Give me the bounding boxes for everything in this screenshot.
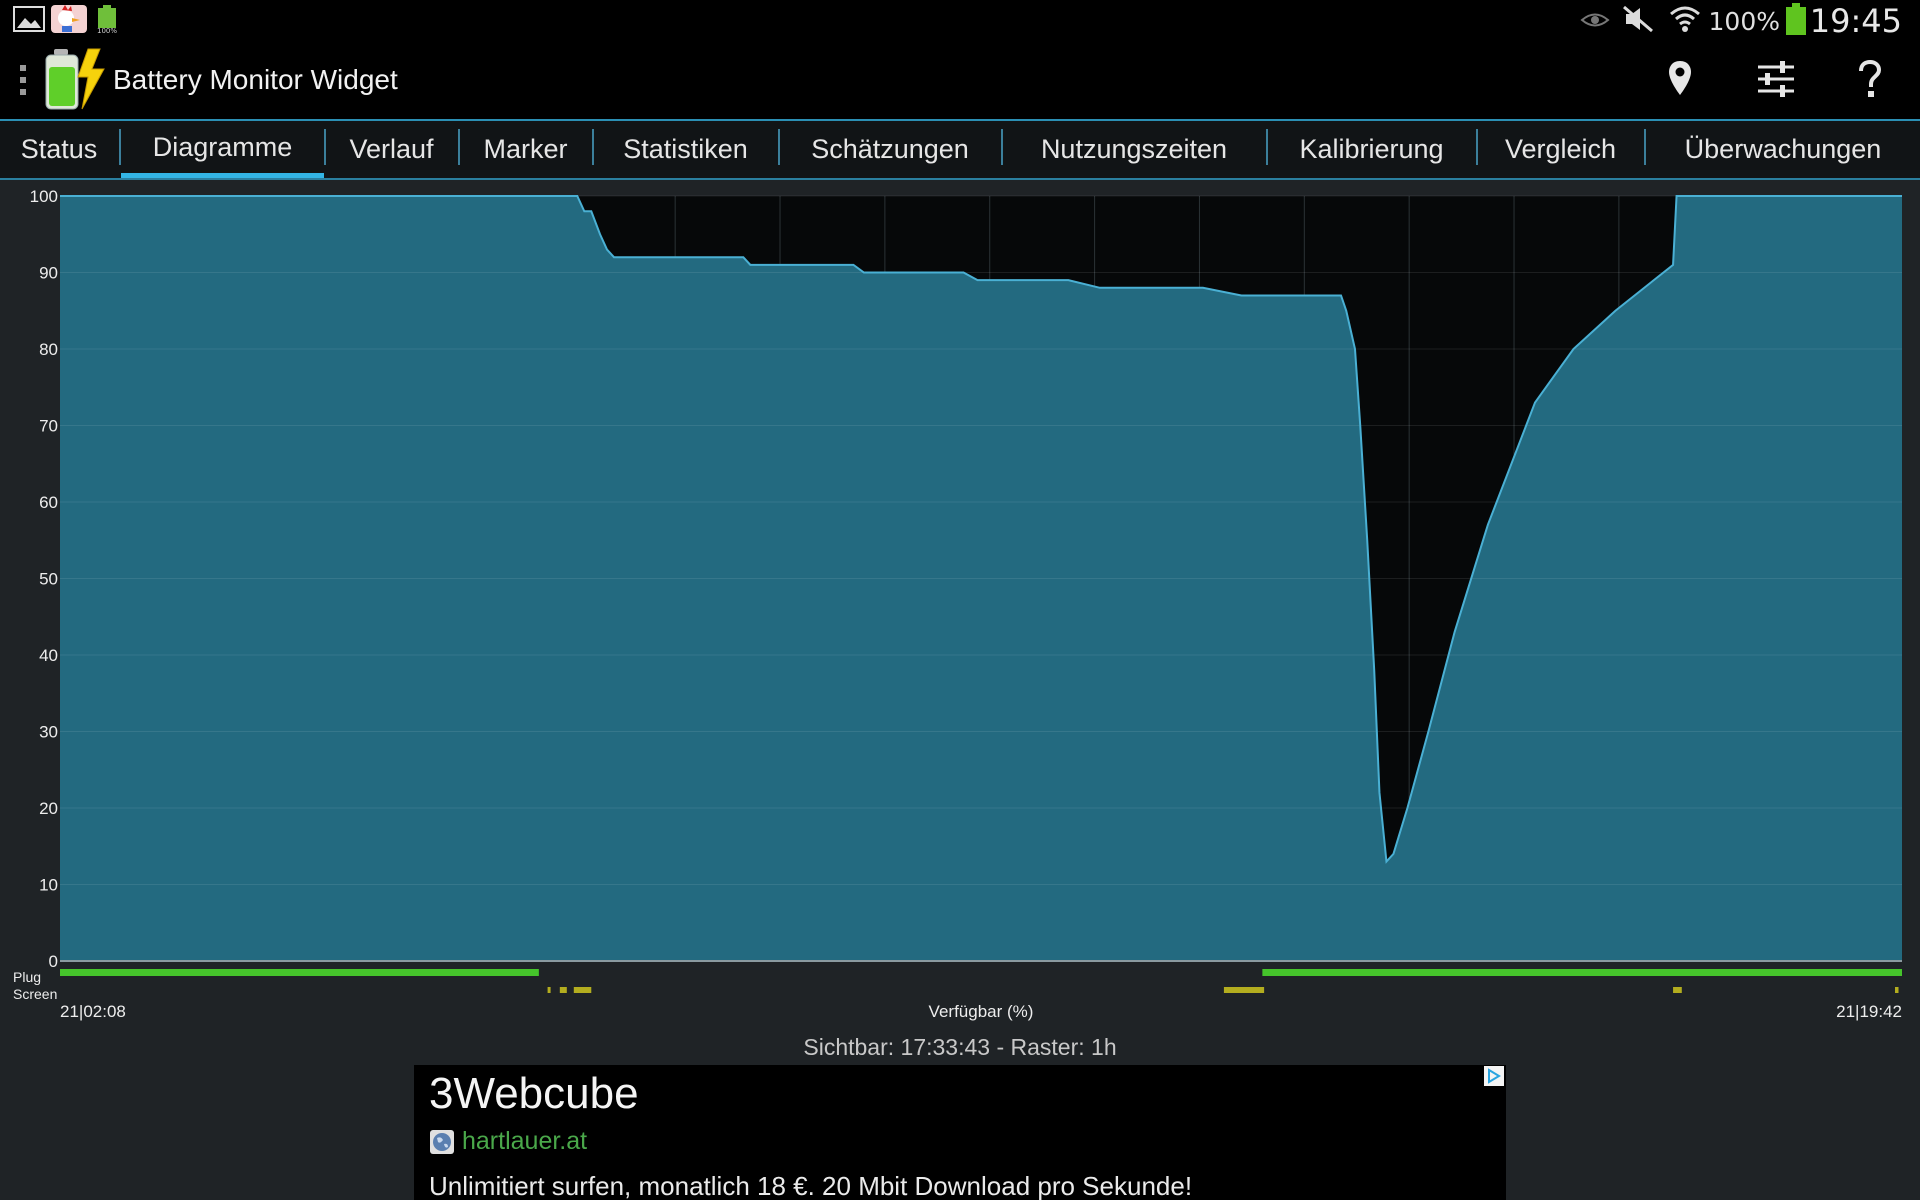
tab-vergleich[interactable]: Vergleich bbox=[1478, 121, 1643, 178]
ad-title[interactable]: 3Webcube bbox=[429, 1069, 639, 1119]
battery-chart[interactable]: 0 10 20 30 40 50 60 70 80 90 100 Plug Screen 21|02… bbox=[0, 180, 1920, 1030]
y-tick-label: 80 bbox=[39, 340, 58, 359]
ad-domain-link[interactable]: hartlauer.at bbox=[462, 1127, 587, 1156]
usage-tracks bbox=[60, 969, 1902, 993]
tab-divider bbox=[1476, 129, 1478, 165]
tab-divider bbox=[119, 129, 121, 165]
tab-verlauf[interactable]: Verlauf bbox=[326, 121, 457, 178]
smart-stay-eye-icon bbox=[1580, 13, 1610, 27]
wifi-icon bbox=[1670, 6, 1700, 32]
tab-kalibrierung[interactable]: Kalibrierung bbox=[1268, 121, 1475, 178]
visible-range-info: Sichtbar: 17:33:43 - Raster: 1h bbox=[803, 1034, 1117, 1060]
y-tick-label: 0 bbox=[49, 952, 58, 971]
y-tick-label: 60 bbox=[39, 493, 58, 512]
track-segment-screen bbox=[559, 987, 567, 993]
tab-ueberwachungen[interactable]: Überwachungen bbox=[1646, 121, 1920, 178]
y-tick-label: 20 bbox=[39, 799, 58, 818]
action-bar: Battery Monitor Widget bbox=[0, 38, 1920, 121]
tab-statistiken[interactable]: Statistiken bbox=[594, 121, 777, 178]
y-axis-tick-labels: 0 10 20 30 40 50 60 70 80 90 100 bbox=[30, 187, 58, 971]
tab-marker[interactable]: Marker bbox=[460, 121, 591, 178]
location-pin-icon[interactable] bbox=[1667, 60, 1693, 96]
y-tick-label: 100 bbox=[30, 187, 58, 206]
overflow-menu-icon[interactable] bbox=[18, 64, 28, 96]
track-segment-screen bbox=[1223, 987, 1265, 993]
y-tick-label: 50 bbox=[39, 570, 58, 589]
battery-icon bbox=[1786, 3, 1806, 35]
track-segment-plug bbox=[1262, 969, 1902, 976]
tab-divider bbox=[592, 129, 594, 165]
x-axis-start-label: 21|02:08 bbox=[60, 1002, 126, 1021]
track-segment-screen bbox=[573, 987, 592, 993]
tab-divider bbox=[1001, 129, 1003, 165]
tab-divider bbox=[778, 129, 780, 165]
y-tick-label: 10 bbox=[39, 876, 58, 895]
battery-percent-text: 100% bbox=[1708, 7, 1780, 36]
mute-icon bbox=[1623, 5, 1653, 33]
track-label-plug: Plug bbox=[13, 969, 41, 985]
y-tick-label: 30 bbox=[39, 723, 58, 742]
tab-bar: Status Diagramme Verlauf Marker Statisti… bbox=[0, 121, 1920, 180]
sliders-settings-icon[interactable] bbox=[1756, 60, 1796, 98]
y-tick-label: 90 bbox=[39, 264, 58, 283]
app-title: Battery Monitor Widget bbox=[113, 64, 398, 95]
battery-widget-icon: 100% bbox=[97, 5, 117, 34]
tab-diagramme[interactable]: Diagramme bbox=[121, 121, 324, 178]
track-segment-plug bbox=[60, 969, 539, 976]
adchoices-icon[interactable] bbox=[1484, 1066, 1504, 1086]
y-tick-label: 70 bbox=[39, 417, 58, 436]
tab-divider bbox=[1644, 129, 1646, 165]
track-segment-screen bbox=[547, 987, 551, 993]
track-segment-screen bbox=[1895, 987, 1899, 993]
tab-schaetzungen[interactable]: Schätzungen bbox=[780, 121, 1000, 178]
track-segment-screen bbox=[1673, 987, 1682, 993]
x-axis-title: Verfügbar (%) bbox=[929, 1002, 1034, 1021]
chicken-app-icon bbox=[51, 5, 87, 33]
gallery-icon bbox=[13, 6, 45, 32]
globe-icon bbox=[430, 1130, 454, 1154]
ad-banner[interactable]: 3Webcube hartlauer.at Unlimitiert surfen… bbox=[414, 1065, 1506, 1200]
tab-status[interactable]: Status bbox=[0, 121, 118, 178]
y-tick-label: 40 bbox=[39, 646, 58, 665]
svg-text:100%: 100% bbox=[97, 27, 117, 34]
tab-nutzungszeiten[interactable]: Nutzungszeiten bbox=[1003, 121, 1265, 178]
track-label-screen: Screen bbox=[13, 986, 57, 1002]
tab-divider bbox=[1266, 129, 1268, 165]
tab-divider bbox=[324, 129, 326, 165]
status-bar: 100% 100% 19:45 bbox=[0, 0, 1920, 40]
ad-description: Unlimitiert surfen, monatlich 18 €. 20 M… bbox=[429, 1171, 1193, 1200]
x-axis-end-label: 21|19:42 bbox=[1836, 1002, 1902, 1021]
status-clock: 19:45 bbox=[1809, 2, 1902, 40]
tab-divider bbox=[458, 129, 460, 165]
app-logo-icon[interactable] bbox=[42, 47, 108, 111]
help-icon[interactable] bbox=[1858, 60, 1882, 98]
